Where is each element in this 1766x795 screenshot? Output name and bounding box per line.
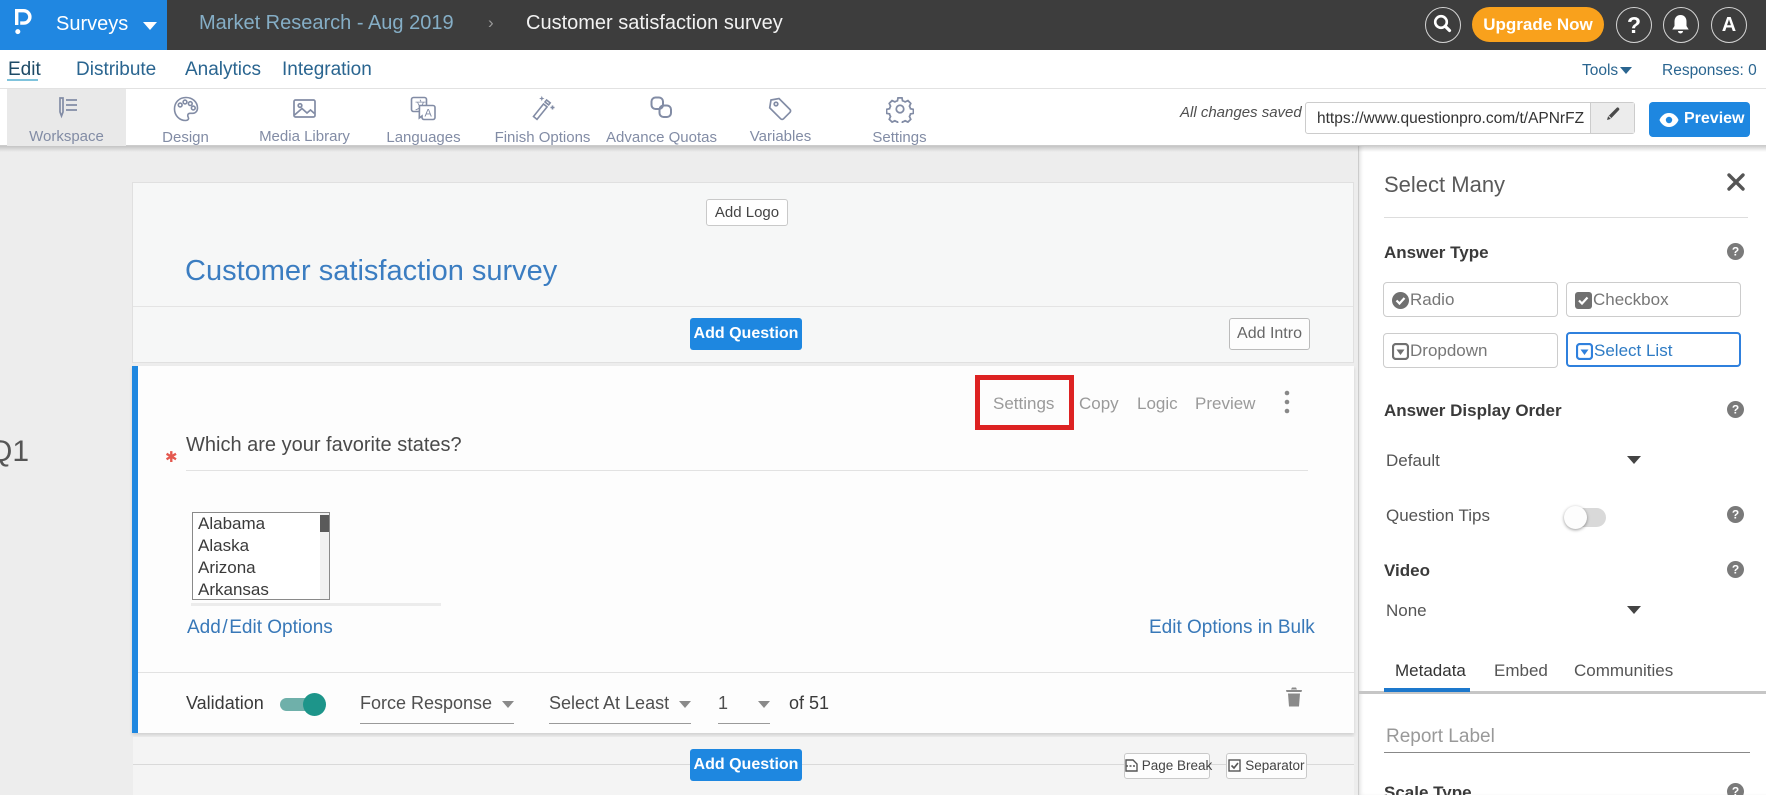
svg-text:?: ? bbox=[1732, 563, 1739, 577]
svg-text:?: ? bbox=[1732, 508, 1739, 522]
svg-text:?: ? bbox=[1732, 245, 1739, 259]
svg-text:?: ? bbox=[1732, 785, 1739, 795]
svg-text:A: A bbox=[424, 108, 432, 120]
svg-text:?: ? bbox=[1732, 403, 1739, 417]
